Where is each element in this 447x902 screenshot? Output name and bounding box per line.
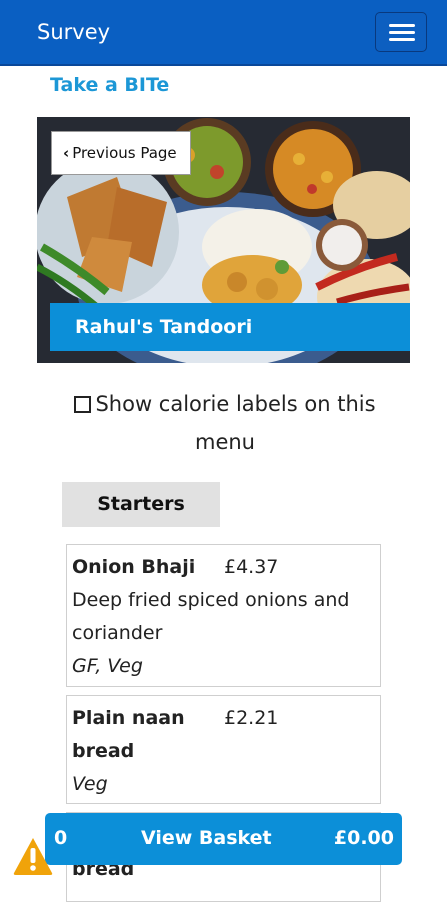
menu-toggle-button[interactable]: [375, 12, 427, 52]
previous-page-label: Previous Page: [72, 144, 177, 162]
navbar-brand[interactable]: Survey: [37, 20, 110, 44]
top-navbar: Survey: [0, 0, 447, 66]
menu-item-tags: Veg: [72, 773, 108, 795]
menu-item-price: £2.21: [224, 707, 279, 729]
basket-label: View Basket: [141, 827, 272, 849]
restaurant-name-banner: Rahul's Tandoori: [50, 303, 410, 351]
section-tab-starters[interactable]: Starters: [62, 482, 220, 527]
menu-item-name: Onion Bhaji: [72, 556, 196, 578]
menu-item-price: £4.37: [224, 556, 279, 578]
calorie-toggle-label[interactable]: Show calorie labels on this menu: [95, 392, 375, 454]
calorie-checkbox[interactable]: [74, 396, 92, 413]
warning-icon[interactable]: [12, 836, 54, 876]
view-basket-button[interactable]: 0 View Basket £0.00: [45, 813, 402, 865]
previous-page-button[interactable]: ‹ Previous Page: [51, 131, 191, 175]
menu-item-description: Deep fried spiced onions and coriander: [72, 589, 350, 644]
chevron-left-icon: ‹: [63, 144, 70, 162]
menu-item-card[interactable]: Onion Bhaji £4.37 Deep fried spiced onio…: [66, 544, 381, 687]
calorie-toggle[interactable]: Show calorie labels on this menu: [50, 385, 400, 461]
site-title-link[interactable]: Take a BITe: [50, 74, 169, 96]
menu-item-name: Plain naan bread: [72, 707, 185, 762]
basket-count: 0: [54, 827, 68, 849]
menu-item-card[interactable]: Plain naan bread £2.21 Veg: [66, 695, 381, 804]
menu-item-tags: GF, Veg: [72, 655, 143, 677]
basket-total: £0.00: [333, 827, 394, 849]
